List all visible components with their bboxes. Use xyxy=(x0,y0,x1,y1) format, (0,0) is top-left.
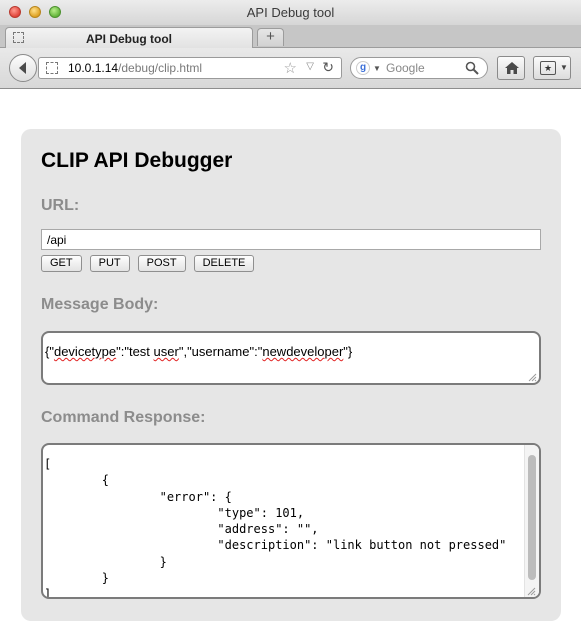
home-icon xyxy=(505,62,519,74)
tab-strip: API Debug tool + xyxy=(0,25,581,48)
debugger-panel: CLIP API Debugger URL: GET PUT POST DELE… xyxy=(21,129,561,621)
misspelled-word: newdeveloper xyxy=(262,344,344,359)
new-tab-button[interactable]: + xyxy=(257,28,284,46)
message-body-textarea[interactable]: {"devicetype":"test user","username":"ne… xyxy=(41,331,541,385)
star-icon[interactable]: ☆ xyxy=(284,59,297,77)
resize-handle-icon[interactable] xyxy=(528,373,537,382)
url-host: 10.0.1.14 xyxy=(68,61,119,75)
address-bar[interactable]: 10.0.1.14/debug/clip.html ☆ ▽ ↻ xyxy=(38,57,342,79)
home-button[interactable] xyxy=(497,56,525,80)
resize-handle-icon[interactable] xyxy=(527,587,536,596)
scrollbar-thumb[interactable] xyxy=(528,455,536,580)
misspelled-word: devicetype xyxy=(53,344,117,359)
navigation-toolbar: 10.0.1.14/debug/clip.html ☆ ▽ ↻ g ▼ Goog… xyxy=(0,48,581,89)
message-body-text: {"devicetype":"test user","username":"ne… xyxy=(45,344,353,359)
window-title: API Debug tool xyxy=(246,5,335,20)
reload-icon[interactable]: ↻ xyxy=(322,59,334,76)
message-body-label: Message Body: xyxy=(41,296,159,313)
history-dropdown-icon[interactable]: ▽ xyxy=(306,61,314,72)
search-bar[interactable]: g ▼ Google xyxy=(350,57,488,79)
method-buttons: GET PUT POST DELETE xyxy=(41,255,262,273)
page-title: CLIP API Debugger xyxy=(41,149,233,172)
back-arrow-icon xyxy=(19,62,26,74)
search-icon[interactable] xyxy=(465,61,479,75)
chevron-down-icon[interactable]: ▼ xyxy=(373,64,381,73)
url-label: URL: xyxy=(41,197,80,214)
tab-label: API Debug tool xyxy=(86,32,172,46)
get-button[interactable]: GET xyxy=(41,255,82,272)
url-input[interactable] xyxy=(41,229,541,250)
google-icon[interactable]: g xyxy=(356,61,370,75)
response-scrollbar[interactable] xyxy=(524,445,539,597)
back-button[interactable] xyxy=(9,54,37,82)
delete-button[interactable]: DELETE xyxy=(193,255,255,272)
chevron-down-icon: ▼ xyxy=(560,63,568,72)
command-response-text: [ { "error": { "type": 101, "address": "… xyxy=(44,457,507,599)
put-button[interactable]: PUT xyxy=(89,255,130,272)
site-identity-icon xyxy=(46,62,58,74)
bookmarks-icon: ★ xyxy=(540,61,556,75)
search-input[interactable]: Google xyxy=(386,61,425,75)
window-titlebar: API Debug tool xyxy=(0,0,581,25)
tab-api-debug-tool[interactable]: API Debug tool xyxy=(5,27,253,48)
url-path: /debug/clip.html xyxy=(118,61,203,75)
address-text[interactable]: 10.0.1.14/debug/clip.html xyxy=(68,61,202,75)
misspelled-word: user xyxy=(153,344,179,359)
command-response-textarea[interactable]: [ { "error": { "type": 101, "address": "… xyxy=(41,443,541,599)
post-button[interactable]: POST xyxy=(137,255,186,272)
page-favicon-icon xyxy=(13,32,24,43)
bookmarks-button[interactable]: ★ ▼ xyxy=(533,56,571,80)
command-response-label: Command Response: xyxy=(41,409,206,426)
